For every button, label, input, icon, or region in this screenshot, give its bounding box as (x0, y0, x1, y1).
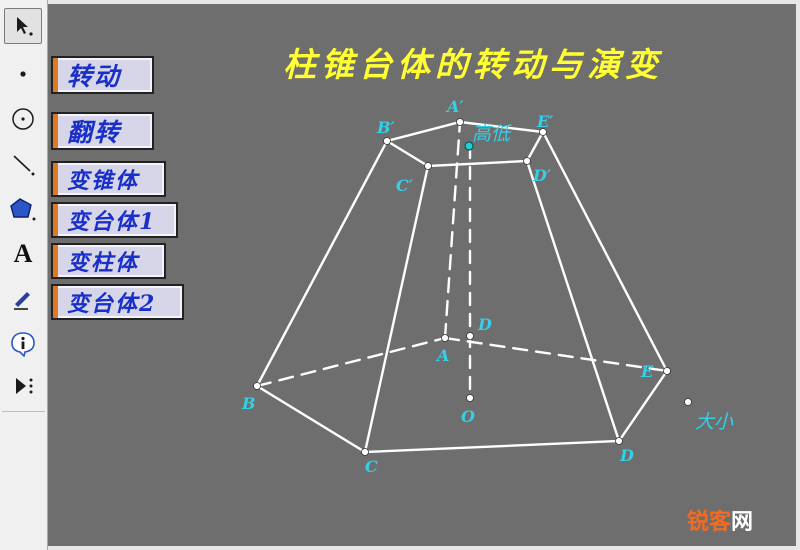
watermark-logo: 锐客网 (687, 504, 753, 536)
label-size: 大小 (695, 411, 734, 433)
point-Bprime[interactable] (383, 137, 391, 145)
edge-A-E (443, 336, 669, 373)
edge-Cprime-C (363, 164, 430, 454)
point-Dprime[interactable] (523, 157, 531, 165)
point-O[interactable] (466, 394, 474, 402)
point-D[interactable] (615, 437, 623, 445)
label-Eprime: E′ (536, 112, 554, 131)
point-B[interactable] (253, 382, 261, 390)
point-D-center[interactable] (466, 332, 474, 340)
point-C[interactable] (361, 448, 369, 456)
label-E: E (640, 362, 654, 381)
edge-Bprime-B (255, 139, 389, 388)
size-control-point[interactable] (684, 398, 692, 406)
frustum-figure: A′ B′ C′ D′ E′ A B C D D E O 高低 大小 (241, 97, 734, 476)
label-height: 高低 (472, 123, 512, 145)
point-A[interactable] (441, 334, 449, 342)
edge-B-A (255, 336, 447, 388)
label-C: C (365, 457, 378, 476)
edge-Dprime-D (525, 159, 621, 443)
label-B: B (241, 394, 256, 413)
label-D-center: D (477, 315, 492, 334)
label-Cprime: C′ (396, 176, 414, 195)
watermark-tail: 网 (730, 510, 753, 535)
label-O: O (461, 407, 475, 426)
label-A: A (435, 346, 449, 365)
label-D: D (619, 446, 634, 465)
edge-Eprime-E (541, 130, 669, 373)
label-Bprime: B′ (376, 118, 396, 137)
edge-A-Aprime (443, 120, 462, 340)
label-Aprime: A′ (445, 97, 464, 116)
point-E[interactable] (663, 367, 671, 375)
label-Dprime: D′ (532, 166, 552, 185)
point-Cprime[interactable] (424, 162, 432, 170)
point-Aprime[interactable] (456, 118, 464, 126)
watermark-main: 锐客 (686, 510, 731, 535)
